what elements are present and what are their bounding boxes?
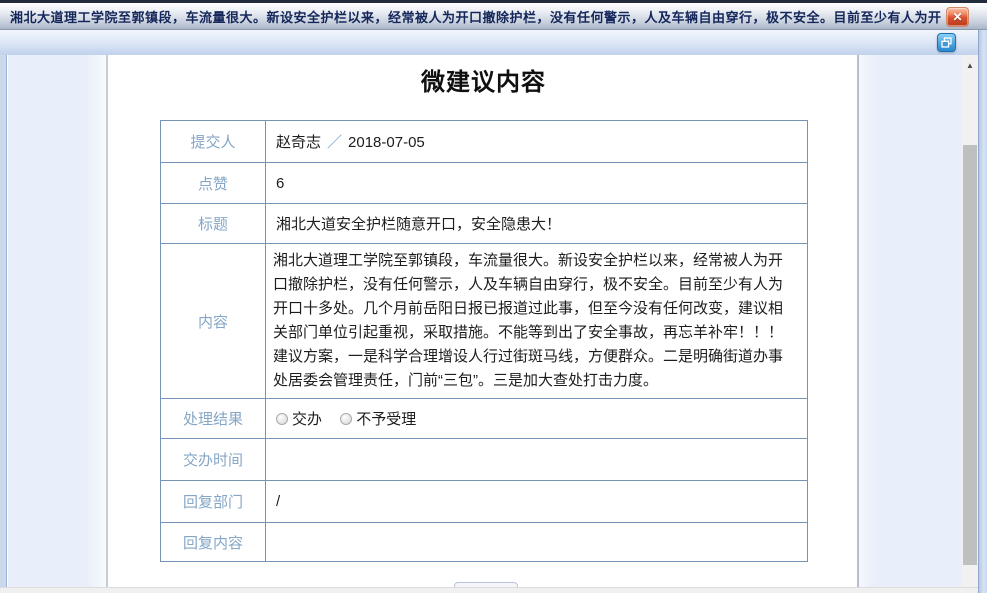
window-left-edge bbox=[0, 55, 7, 587]
field-value-assign-time bbox=[266, 439, 808, 481]
suggestion-table: 提交人 赵奇志／2018-07-05 点赞 6 标题 湘北大道安全护栏随意开口，… bbox=[160, 120, 808, 562]
dialog-titlebar: 湘北大道理工学院至郭镇段，车流量很大。新设安全护栏以来，经常被人为开口撤除护栏，… bbox=[0, 3, 987, 30]
field-value-submitter: 赵奇志／2018-07-05 bbox=[266, 121, 808, 163]
table-row-content: 内容 湘北大道理工学院至郭镇段，车流量很大。新设安全护栏以来，经常被人为开口撤除… bbox=[161, 244, 808, 399]
table-row-assign-time: 交办时间 bbox=[161, 439, 808, 481]
scrollbar-up-button[interactable]: ▲ bbox=[962, 57, 978, 73]
left-gutter-panel bbox=[8, 55, 108, 587]
field-label-reply-dept: 回复部门 bbox=[161, 481, 266, 523]
right-gutter-panel bbox=[857, 55, 962, 587]
field-label-assign-time: 交办时间 bbox=[161, 439, 266, 481]
field-value-reply-dept: / bbox=[266, 481, 808, 523]
field-value-content: 湘北大道理工学院至郭镇段，车流量很大。新设安全护栏以来，经常被人为开口撤除护栏，… bbox=[266, 244, 808, 399]
table-row-result: 处理结果 交办 不予受理 bbox=[161, 399, 808, 439]
field-label-reply-content: 回复内容 bbox=[161, 523, 266, 562]
radio-option-reject[interactable]: 不予受理 bbox=[340, 408, 416, 429]
field-label-likes: 点赞 bbox=[161, 163, 266, 204]
field-value-title: 湘北大道安全护栏随意开口，安全隐患大！ bbox=[266, 204, 808, 244]
table-row-submitter: 提交人 赵奇志／2018-07-05 bbox=[161, 121, 808, 163]
suggestion-detail-page: 微建议内容 提交人 赵奇志／2018-07-05 点赞 6 标题 湘北大道安全护… bbox=[110, 55, 857, 587]
radio-label-assign: 交办 bbox=[292, 408, 322, 429]
submitter-name: 赵奇志 bbox=[276, 134, 321, 151]
dialog-window: 湘北大道理工学院至郭镇段，车流量很大。新设安全护栏以来，经常被人为开口撤除护栏，… bbox=[0, 0, 987, 593]
field-label-content: 内容 bbox=[161, 244, 266, 399]
table-row-title: 标题 湘北大道安全护栏随意开口，安全隐患大！ bbox=[161, 204, 808, 244]
restore-window-icon bbox=[940, 36, 953, 49]
window-right-edge bbox=[978, 30, 987, 593]
restore-window-button[interactable] bbox=[937, 33, 956, 52]
radio-option-assign[interactable]: 交办 bbox=[276, 408, 322, 429]
page-title: 微建议内容 bbox=[110, 62, 857, 97]
field-value-likes: 6 bbox=[266, 163, 808, 204]
radio-label-reject: 不予受理 bbox=[356, 408, 416, 429]
close-icon: ✕ bbox=[952, 11, 962, 23]
field-value-reply-content bbox=[266, 523, 808, 562]
close-button[interactable]: ✕ bbox=[946, 7, 969, 27]
radio-unselected-icon[interactable] bbox=[340, 413, 352, 425]
submit-date: 2018-07-05 bbox=[348, 134, 425, 151]
bottom-status-strip bbox=[0, 587, 978, 593]
dialog-title: 湘北大道理工学院至郭镇段，车流量很大。新设安全护栏以来，经常被人为开口撤除护栏，… bbox=[10, 7, 941, 26]
submitter-separator: ／ bbox=[321, 134, 348, 151]
table-row-likes: 点赞 6 bbox=[161, 163, 808, 204]
field-label-title: 标题 bbox=[161, 204, 266, 244]
scrollbar-thumb[interactable] bbox=[963, 145, 977, 565]
table-row-reply-dept: 回复部门 / bbox=[161, 481, 808, 523]
vertical-scrollbar[interactable]: ▲ bbox=[962, 55, 978, 587]
field-value-result: 交办 不予受理 bbox=[266, 399, 808, 439]
field-label-submitter: 提交人 bbox=[161, 121, 266, 163]
table-row-reply-content: 回复内容 bbox=[161, 523, 808, 562]
radio-unselected-icon[interactable] bbox=[276, 413, 288, 425]
dialog-toolbar bbox=[0, 30, 987, 55]
field-label-result: 处理结果 bbox=[161, 399, 266, 439]
